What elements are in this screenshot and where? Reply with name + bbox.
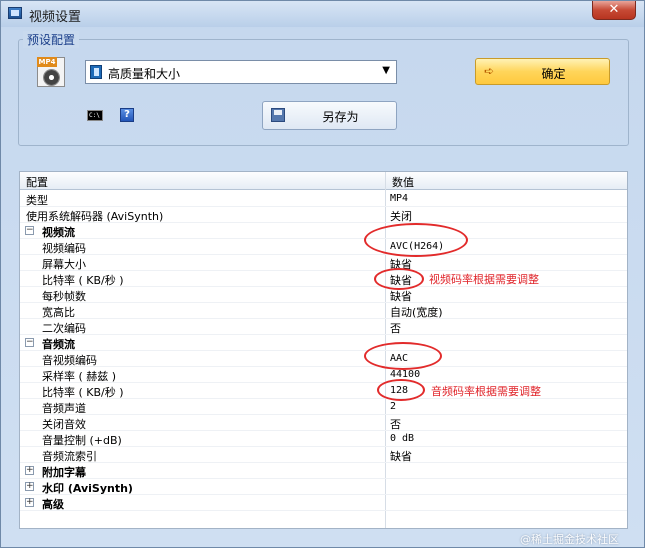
row-label: 音视频编码 xyxy=(42,354,97,367)
grid-row-type[interactable]: 类型 MP4 xyxy=(20,191,627,207)
category-label: 附加字幕 xyxy=(42,466,86,479)
row-label: 音量控制 (+dB) xyxy=(42,434,122,447)
row-label: 屏幕大小 xyxy=(42,258,86,271)
save-as-button[interactable]: 另存为 xyxy=(262,101,397,130)
grid-category-video[interactable]: − 视频流 xyxy=(20,223,627,239)
save-as-label: 另存为 xyxy=(322,110,359,124)
row-label: 每秒帧数 xyxy=(42,290,86,303)
grid-row-audio-index[interactable]: 音频流索引 缺省 xyxy=(20,447,627,463)
chevron-down-icon[interactable]: ▼ xyxy=(382,65,390,76)
row-value: 自动(宽度) xyxy=(390,306,443,319)
category-label: 水印 (AviSynth) xyxy=(42,482,133,495)
highlight-ellipse-audio-codec xyxy=(364,342,442,370)
command-line-icon[interactable]: C:\ xyxy=(87,110,103,121)
row-value: 否 xyxy=(390,322,401,335)
row-label: 比特率 ( KB/秒 ) xyxy=(42,274,124,287)
grid-category-subtitles[interactable]: + 附加字幕 xyxy=(20,463,627,479)
mp4-format-icon: MP4 xyxy=(37,57,65,87)
grid-row-channels[interactable]: 音频声道 2 xyxy=(20,399,627,415)
row-label: 关闭音效 xyxy=(42,418,86,431)
grid-row-fps[interactable]: 每秒帧数 缺省 xyxy=(20,287,627,303)
grid-category-audio[interactable]: − 音频流 xyxy=(20,335,627,351)
expand-icon[interactable]: + xyxy=(25,466,34,475)
app-icon xyxy=(8,7,22,19)
row-value: 缺省 xyxy=(390,290,412,303)
row-label: 类型 xyxy=(26,194,48,207)
film-icon xyxy=(90,65,102,79)
grid-row-sample-rate[interactable]: 采样率 ( 赫兹 ) 44100 xyxy=(20,367,627,383)
preset-selected-value: 高质量和大小 xyxy=(108,67,181,81)
column-header-value: 数值 xyxy=(392,176,414,189)
row-value: MP4 xyxy=(390,193,409,204)
grid-row-aspect-ratio[interactable]: 宽高比 自动(宽度) xyxy=(20,303,627,319)
video-settings-window: 视频设置 ✕ 预设配置 MP4 高质量和大小 ▼ ➪ 确定 C:\ ? 另存为 … xyxy=(0,0,645,548)
category-label: 高级 xyxy=(42,498,64,511)
row-label: 使用系统解码器 (AviSynth) xyxy=(26,210,164,223)
row-label: 比特率 ( KB/秒 ) xyxy=(42,386,124,399)
preset-group-legend: 预设配置 xyxy=(23,31,80,48)
ok-button[interactable]: ➪ 确定 xyxy=(475,58,610,85)
grid-row-decoder[interactable]: 使用系统解码器 (AviSynth) 关闭 xyxy=(20,207,627,223)
settings-property-grid: 配置 数值 类型 MP4 使用系统解码器 (AviSynth) 关闭 − 视频流… xyxy=(19,171,628,529)
film-reel-icon xyxy=(43,69,60,86)
grid-row-mute[interactable]: 关闭音效 否 xyxy=(20,415,627,431)
expand-icon[interactable]: + xyxy=(25,482,34,491)
site-watermark: @稀土掘金技术社区 xyxy=(520,533,619,546)
grid-header: 配置 数值 xyxy=(20,172,627,190)
row-label: 宽高比 xyxy=(42,306,75,319)
collapse-icon[interactable]: − xyxy=(25,226,34,235)
grid-row-two-pass[interactable]: 二次编码 否 xyxy=(20,319,627,335)
expand-icon[interactable]: + xyxy=(25,498,34,507)
audio-bitrate-note: 音频码率根据需要调整 xyxy=(431,385,541,398)
help-icon[interactable]: ? xyxy=(120,108,134,122)
row-label: 视频编码 xyxy=(42,242,86,255)
title-bar: 视频设置 ✕ xyxy=(1,1,644,27)
category-label: 音频流 xyxy=(42,338,75,351)
highlight-ellipse-audio-bitrate xyxy=(377,379,425,401)
row-label: 采样率 ( 赫兹 ) xyxy=(42,370,117,383)
mp4-tag: MP4 xyxy=(37,57,57,67)
grid-category-advanced[interactable]: + 高级 xyxy=(20,495,627,511)
row-label: 音频声道 xyxy=(42,402,86,415)
row-value: 否 xyxy=(390,418,401,431)
grid-category-watermark[interactable]: + 水印 (AviSynth) xyxy=(20,479,627,495)
highlight-ellipse-video-bitrate xyxy=(374,268,424,290)
highlight-ellipse-video-codec xyxy=(364,223,468,257)
grid-row-audio-codec[interactable]: 音视频编码 AAC xyxy=(20,351,627,367)
row-label: 二次编码 xyxy=(42,322,86,335)
row-value: 关闭 xyxy=(390,210,412,223)
grid-row-screen-size[interactable]: 屏幕大小 缺省 xyxy=(20,255,627,271)
ok-button-label: 确定 xyxy=(541,67,566,81)
collapse-icon[interactable]: − xyxy=(25,338,34,347)
grid-row-video-codec[interactable]: 视频编码 AVC(H264) xyxy=(20,239,627,255)
row-value: 2 xyxy=(390,401,397,412)
row-value: 0 dB xyxy=(390,433,415,444)
close-button[interactable]: ✕ xyxy=(592,1,636,20)
preset-dropdown[interactable]: 高质量和大小 ▼ xyxy=(85,60,397,84)
grid-row-volume[interactable]: 音量控制 (+dB) 0 dB xyxy=(20,431,627,447)
row-value: 缺省 xyxy=(390,450,412,463)
category-label: 视频流 xyxy=(42,226,75,239)
window-title: 视频设置 xyxy=(29,10,82,25)
video-bitrate-note: 视频码率根据需要调整 xyxy=(429,273,539,286)
row-label: 音频流索引 xyxy=(42,450,97,463)
column-header-setting: 配置 xyxy=(26,176,48,189)
